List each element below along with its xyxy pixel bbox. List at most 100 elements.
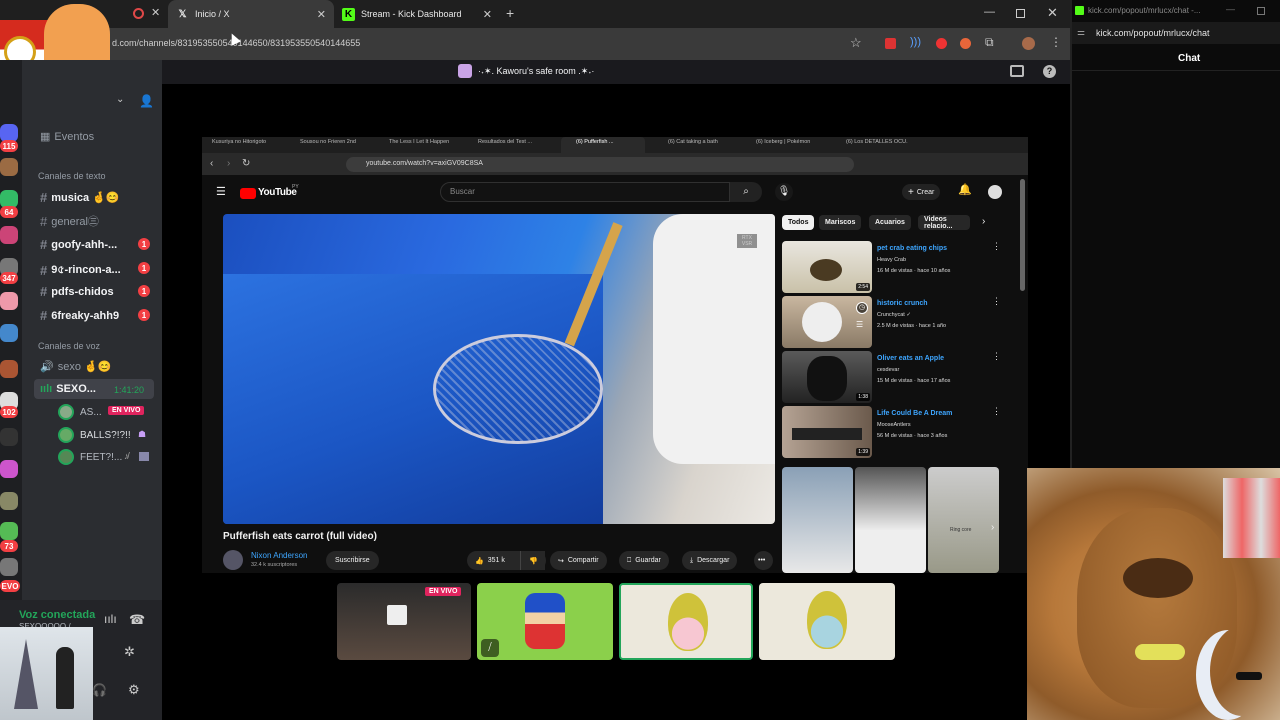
extension-icon[interactable]: ))) — [910, 36, 921, 48]
microphone-icon[interactable]: 🎙 — [775, 183, 793, 201]
yt-tab[interactable]: The Less I Let It Happen — [389, 139, 467, 145]
soundboard-icon[interactable]: ✲ — [124, 644, 135, 660]
disconnect-icon[interactable]: ☎ — [129, 612, 145, 628]
chip-acuarios[interactable]: Acuarios — [869, 215, 911, 230]
extension-icon[interactable] — [885, 38, 896, 49]
yt-tab[interactable]: Sousou no Frieren 2nd — [300, 139, 378, 145]
participant-tile-mario[interactable]: ⧸ — [477, 583, 613, 660]
participant-tile-pear[interactable] — [759, 583, 895, 660]
chips-next-icon[interactable]: › — [982, 216, 985, 227]
chat-toggle-icon[interactable] — [1010, 65, 1024, 77]
profile-avatar[interactable] — [1022, 37, 1035, 50]
headphones-icon[interactable]: 🎧 — [92, 683, 107, 697]
back-icon[interactable]: ‹ — [210, 158, 213, 169]
extension-icon[interactable] — [960, 38, 971, 49]
menu-dots-icon[interactable]: ⋮ — [1050, 35, 1062, 49]
watch-later-icon[interactable]: ◷ — [856, 302, 868, 314]
puzzle-icon[interactable]: ⧉ — [985, 35, 994, 50]
channel-6freaky[interactable]: #6freaky-ahh9 — [40, 308, 119, 323]
yt-tab[interactable]: (6) Los DETALLES OCU... — [846, 139, 908, 145]
recommendation-item[interactable]: ◷ ☰ historic crunch Crunchycat ✓ 2.5 M d… — [782, 296, 1002, 348]
channel-general[interactable]: # general㊂ — [40, 213, 99, 229]
chip-videos-relacionados[interactable]: Videos relacio... — [918, 215, 970, 230]
share-button[interactable]: ↪ Compartir — [550, 551, 607, 570]
server-icon[interactable] — [0, 158, 18, 176]
server-icon[interactable] — [0, 428, 18, 446]
forward-icon[interactable]: › — [227, 158, 230, 169]
tab-close-icon[interactable]: ✕ — [483, 8, 492, 21]
short-thumbnail[interactable] — [782, 467, 853, 573]
short-thumbnail[interactable] — [855, 467, 926, 573]
yt-tab[interactable]: Resultados del Test ... — [478, 139, 556, 145]
download-button[interactable]: ⤓ Descargar — [682, 551, 738, 570]
channel-avatar[interactable] — [223, 550, 243, 570]
noise-suppression-icon[interactable]: ıılı — [104, 612, 117, 626]
server-icon[interactable] — [0, 558, 18, 576]
category-voice-channels[interactable]: Canales de voz — [38, 341, 100, 351]
bookmark-star-icon[interactable]: ☆ — [850, 35, 862, 51]
subscribe-button[interactable]: Suscribirse — [326, 551, 379, 570]
youtube-logo-icon[interactable] — [240, 188, 256, 199]
participant-tile-pear-speaking[interactable] — [619, 583, 753, 660]
channel-musica[interactable]: # musica 🤞😊 — [40, 190, 120, 205]
tab-x[interactable]: 𝕏 Inicio / X ✕ — [168, 0, 334, 28]
channel-pdfs[interactable]: # pdfs-chidos — [40, 284, 114, 299]
yt-url-text[interactable]: youtube.com/watch?v=axiGV09C8SA — [366, 160, 483, 167]
youtube-logo-text[interactable]: YouTube — [258, 187, 297, 198]
new-tab-button[interactable]: + — [506, 5, 514, 21]
server-icon[interactable] — [0, 460, 18, 478]
recommendation-item[interactable]: 2:54 pet crab eating chips Heavy Crab 16… — [782, 241, 1002, 293]
recommendation-item[interactable]: 1:39 Life Could Be A Dream MooseAntlers … — [782, 406, 1002, 458]
shorts-next-icon[interactable]: › — [991, 522, 994, 533]
tab-kick-dashboard[interactable]: K Stream - Kick Dashboard ✕ — [334, 0, 500, 28]
hamburger-menu-icon[interactable]: ☰ — [216, 185, 226, 198]
help-icon[interactable]: ? — [1043, 65, 1056, 78]
maximize-icon[interactable] — [1257, 7, 1265, 15]
add-member-icon[interactable]: 👤 — [139, 94, 154, 108]
chevron-down-icon[interactable]: ⌄ — [116, 94, 124, 105]
scrollbar[interactable] — [1020, 179, 1025, 291]
short-thumbnail[interactable] — [928, 467, 999, 573]
minimize-icon[interactable]: — — [1226, 4, 1235, 14]
server-icon[interactable] — [0, 492, 18, 510]
server-icon[interactable] — [0, 522, 18, 540]
add-to-queue-icon[interactable]: ☰ — [856, 320, 863, 329]
reload-icon[interactable]: ↻ — [242, 158, 250, 169]
maximize-icon[interactable] — [1016, 9, 1025, 18]
voice-user-name[interactable]: AS... — [80, 407, 102, 418]
save-button[interactable]: ⎕ Guardar — [619, 551, 669, 570]
chip-todos[interactable]: Todos — [782, 215, 815, 230]
chip-mariscos[interactable]: Mariscos — [819, 215, 862, 230]
yt-tab[interactable]: (6) Cat taking a bath — [668, 139, 740, 145]
server-icon[interactable] — [0, 324, 18, 342]
channel-rincon[interactable]: #9৫-rincon-a... — [40, 261, 121, 280]
notifications-bell-icon[interactable]: 🔔 — [958, 183, 972, 196]
channel-name[interactable]: Nixon Anderson — [251, 551, 307, 560]
close-window-icon[interactable]: ✕ — [1047, 5, 1058, 21]
yt-tab[interactable]: (6) Iceberg | Pokémon — [756, 139, 830, 145]
settings-gear-icon[interactable]: ⚙ — [128, 682, 140, 698]
search-button[interactable]: ⌕ — [730, 182, 762, 202]
site-info-icon[interactable]: ⚌ — [1077, 27, 1085, 38]
channel-goofy[interactable]: # goofy-ahh-... — [40, 237, 117, 252]
more-options-icon[interactable]: ⋮ — [992, 351, 1001, 362]
kick-url[interactable]: kick.com/popout/mrlucx/chat — [1096, 28, 1210, 38]
events-item[interactable]: ▦ Eventos — [40, 130, 94, 144]
extension-icon[interactable] — [936, 38, 947, 49]
more-options-icon[interactable]: ⋮ — [992, 406, 1001, 417]
voice-user-name[interactable]: FEET?!... — [80, 452, 122, 463]
search-input[interactable] — [440, 182, 730, 202]
video-player[interactable]: RTX VSR — [223, 214, 775, 524]
tab-close-icon[interactable]: ✕ — [317, 8, 326, 21]
more-actions-button[interactable]: ••• — [754, 551, 773, 570]
server-icon[interactable] — [0, 360, 18, 378]
recommendation-item[interactable]: 1:38 Oliver eats an Apple cesdevar 15 M … — [782, 351, 1002, 403]
more-options-icon[interactable]: ⋮ — [992, 296, 1001, 307]
yt-tab[interactable]: Kusuriya no Hitorigoto — [212, 139, 290, 145]
server-icon[interactable] — [0, 226, 18, 244]
tab-close-icon[interactable]: ✕ — [151, 6, 160, 19]
voice-user-name[interactable]: BALLS?!?!! — [80, 430, 131, 441]
account-avatar[interactable] — [988, 185, 1002, 199]
voice-channel-sexo-active[interactable]: ıılı SEXO... — [40, 383, 96, 395]
minimize-icon[interactable]: — — [984, 6, 995, 18]
